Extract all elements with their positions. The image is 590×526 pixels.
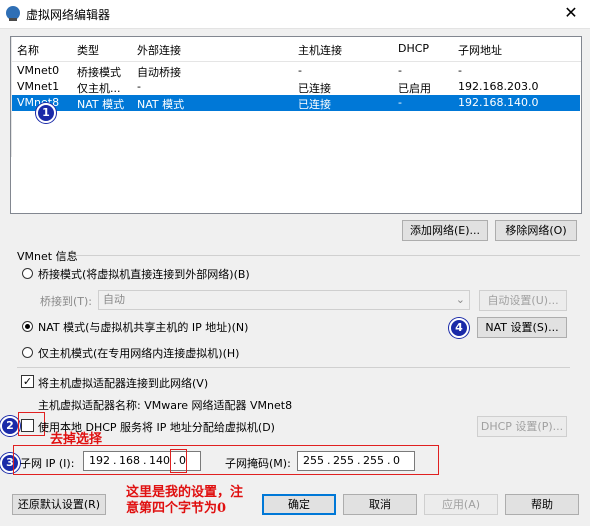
close-icon[interactable]: ✕ (560, 3, 582, 23)
use-dhcp-checkbox[interactable] (21, 419, 34, 432)
bridged-to-label: 桥接到(T): (40, 295, 93, 308)
subnet-mask-input[interactable]: 255 . 255 . 255 . 0 (297, 451, 415, 471)
network-editor-icon (6, 6, 20, 21)
ok-button[interactable]: 确定 (262, 494, 336, 515)
adapter-name-label: 主机虚拟适配器名称: VMware 网络适配器 VMnet8 (38, 399, 293, 412)
column-header-host[interactable]: 主机连接 (298, 42, 342, 58)
annotation-marker-4: 4 (449, 318, 469, 338)
dhcp-settings-button[interactable]: DHCP 设置(P)... (477, 416, 567, 437)
connect-adapter-label[interactable]: 将主机虚拟适配器连接到此网络(V) (38, 375, 208, 391)
host-only-label[interactable]: 仅主机模式(在专用网络内连接虚拟机)(H) (38, 345, 239, 361)
vmnet-info-title: VMnet 信息 (17, 250, 78, 263)
nat-radio[interactable] (22, 321, 33, 332)
column-header-external[interactable]: 外部连接 (137, 42, 181, 58)
network-list[interactable]: 名称 类型 外部连接 主机连接 DHCP 子网地址 VMnet0 桥接模式 自动… (10, 36, 582, 214)
title-bar: 虚拟网络编辑器 ✕ (0, 0, 590, 29)
fourth-byte-highlight (170, 449, 187, 473)
restore-defaults-button[interactable]: 还原默认设置(R) (12, 494, 106, 515)
table-row-selected[interactable]: VMnet8 NAT 模式 NAT 模式 已连接 - 192.168.140.0 (12, 95, 580, 111)
apply-button[interactable]: 应用(A) (424, 494, 498, 515)
help-button[interactable]: 帮助 (505, 494, 579, 515)
column-header-type[interactable]: 类型 (77, 42, 99, 58)
nat-label[interactable]: NAT 模式(与虚拟机共享主机的 IP 地址)(N) (38, 319, 248, 335)
list-header: 名称 类型 外部连接 主机连接 DHCP 子网地址 (11, 37, 581, 157)
table-row[interactable]: VMnet1 仅主机... - 已连接 已启用 192.168.203.0 (12, 79, 580, 95)
host-only-radio[interactable] (22, 347, 33, 358)
remove-network-button[interactable]: 移除网络(O) (495, 220, 577, 241)
section-divider (17, 367, 570, 368)
bridged-label[interactable]: 桥接模式(将虚拟机直接连接到外部网络)(B) (38, 266, 250, 282)
chevron-down-icon: ⌄ (455, 293, 465, 306)
column-header-subnet[interactable]: 子网地址 (458, 42, 502, 58)
connect-adapter-checkbox[interactable]: ✓ (21, 375, 34, 388)
column-header-name[interactable]: 名称 (17, 42, 39, 58)
add-network-button[interactable]: 添加网络(E)... (402, 220, 488, 241)
subnet-mask-label: 子网掩码(M): (225, 457, 291, 470)
annotation-note-line2: 意第四个字节为0 (126, 501, 227, 516)
column-header-dhcp[interactable]: DHCP (398, 42, 429, 55)
annotation-marker-2: 2 (0, 416, 20, 436)
bridged-to-select[interactable]: 自动 ⌄ (98, 290, 470, 310)
bridged-radio[interactable] (22, 268, 33, 279)
annotation-marker-1: 1 (36, 103, 56, 123)
nat-settings-button[interactable]: NAT 设置(S)... (477, 317, 567, 338)
auto-settings-button[interactable]: 自动设置(U)... (479, 290, 567, 311)
window-title: 虚拟网络编辑器 (26, 8, 111, 22)
group-divider (72, 255, 580, 256)
subnet-ip-label: 子网 IP (I): (20, 457, 75, 470)
table-row[interactable]: VMnet0 桥接模式 自动桥接 - - - (12, 63, 580, 79)
cancel-button[interactable]: 取消 (343, 494, 417, 515)
